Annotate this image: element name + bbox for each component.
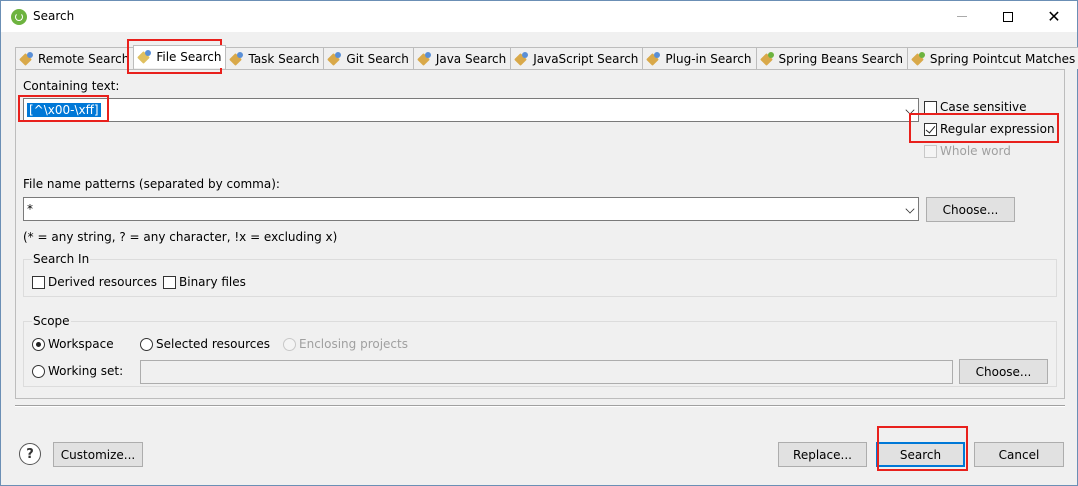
minimize-icon [957, 16, 967, 17]
checkbox-box [32, 275, 45, 289]
maximize-button[interactable] [985, 1, 1031, 32]
spring-pointcut-icon [911, 51, 927, 67]
radio-dot [140, 337, 153, 351]
java-search-icon [417, 51, 433, 67]
search-tabs: Remote Search File Search Task Search Gi… [15, 45, 1078, 70]
task-search-icon [229, 51, 245, 67]
tab-git-search[interactable]: Git Search [323, 47, 414, 69]
spring-beans-search-icon [760, 51, 776, 67]
tab-file-search[interactable]: File Search [133, 45, 227, 68]
workspace-radio[interactable]: Workspace [32, 337, 114, 351]
case-sensitive-label: Case sensitive [940, 100, 1027, 114]
whole-word-checkbox: Whole word [924, 144, 1011, 158]
enclosing-projects-radio: Enclosing projects [283, 337, 408, 351]
file-search-icon [137, 49, 153, 65]
regular-expression-label: Regular expression [940, 122, 1055, 136]
search-in-group: Search In Derived resources Binary files [23, 252, 1057, 297]
checkbox-box [924, 100, 937, 114]
spring-logo-icon [11, 9, 27, 25]
tab-plugin-search[interactable]: Plug-in Search [642, 47, 757, 69]
remote-search-icon [19, 51, 35, 67]
file-patterns-combo[interactable]: * [23, 197, 919, 221]
radio-dot [283, 337, 296, 351]
checkbox-box [163, 275, 176, 289]
choose-working-set-button[interactable]: Choose... [959, 359, 1048, 384]
search-button[interactable]: Search [876, 442, 965, 467]
file-patterns-label: File name patterns (separated by comma): [23, 177, 280, 191]
choose-patterns-button[interactable]: Choose... [926, 197, 1015, 222]
checkbox-box [924, 144, 937, 158]
tab-task-search[interactable]: Task Search [225, 47, 325, 69]
search-dialog: Search ✕ Remote Search File Search Task … [0, 0, 1078, 486]
radio-dot [32, 337, 45, 351]
tab-label: Spring Pointcut Matches [929, 51, 1076, 66]
binary-files-checkbox[interactable]: Binary files [163, 275, 246, 289]
tab-spring-beans-search[interactable]: Spring Beans Search [755, 47, 908, 69]
scope-group: Scope Workspace Selected resources Enclo… [23, 314, 1057, 387]
maximize-icon [1003, 11, 1013, 22]
javascript-search-icon [514, 51, 530, 67]
tab-label: Task Search [248, 51, 320, 66]
close-icon: ✕ [1047, 6, 1061, 26]
tab-spring-pointcut-matches[interactable]: Spring Pointcut Matches [906, 47, 1078, 69]
tab-label: JavaScript Search [533, 51, 639, 66]
cancel-button[interactable]: Cancel [974, 442, 1064, 467]
footer-separator [15, 405, 1065, 407]
radio-dot [32, 364, 45, 378]
close-button[interactable]: ✕ [1031, 1, 1077, 32]
tab-label: Git Search [346, 51, 409, 66]
derived-resources-checkbox[interactable]: Derived resources [32, 275, 157, 289]
tab-label: File Search [156, 50, 222, 64]
containing-text-combo[interactable]: [^\x00-\xff] [23, 98, 919, 122]
tab-label: Java Search [435, 51, 507, 66]
customize-button[interactable]: Customize... [53, 442, 143, 467]
selected-resources-radio[interactable]: Selected resources [140, 337, 270, 351]
scope-title: Scope [32, 314, 71, 328]
tab-javascript-search[interactable]: JavaScript Search [510, 47, 644, 69]
git-search-icon [327, 51, 343, 67]
file-patterns-hint: (* = any string, ? = any character, !x =… [23, 230, 338, 244]
regular-expression-checkbox[interactable]: Regular expression [924, 122, 1055, 136]
working-set-label: Working set: [48, 364, 124, 378]
tab-remote-search[interactable]: Remote Search [15, 47, 135, 69]
plugin-search-icon [646, 51, 662, 67]
containing-text-label: Containing text: [23, 79, 120, 93]
chevron-down-icon[interactable] [905, 105, 915, 115]
file-search-panel: Containing text: [^\x00-\xff] Case sensi… [15, 69, 1065, 399]
minimize-button[interactable] [939, 1, 985, 32]
working-set-field[interactable] [140, 360, 953, 384]
replace-button[interactable]: Replace... [778, 442, 867, 467]
checkmark-icon [924, 122, 937, 136]
derived-resources-label: Derived resources [48, 275, 157, 289]
window-title: Search [33, 9, 75, 23]
help-icon[interactable]: ? [19, 443, 41, 465]
chevron-down-icon[interactable] [905, 204, 915, 214]
whole-word-label: Whole word [940, 144, 1011, 158]
tab-java-search[interactable]: Java Search [412, 47, 512, 69]
containing-text-value: [^\x00-\xff] [27, 103, 101, 117]
case-sensitive-checkbox[interactable]: Case sensitive [924, 100, 1027, 114]
title-bar: Search ✕ [1, 1, 1077, 32]
file-patterns-value: * [27, 202, 33, 216]
tab-label: Spring Beans Search [778, 51, 903, 66]
tab-label: Plug-in Search [665, 51, 752, 66]
enclosing-projects-label: Enclosing projects [299, 337, 408, 351]
binary-files-label: Binary files [179, 275, 246, 289]
workspace-label: Workspace [48, 337, 114, 351]
selected-resources-label: Selected resources [156, 337, 270, 351]
search-in-title: Search In [32, 252, 91, 266]
working-set-radio[interactable]: Working set: [32, 364, 123, 378]
tab-label: Remote Search [38, 51, 130, 66]
